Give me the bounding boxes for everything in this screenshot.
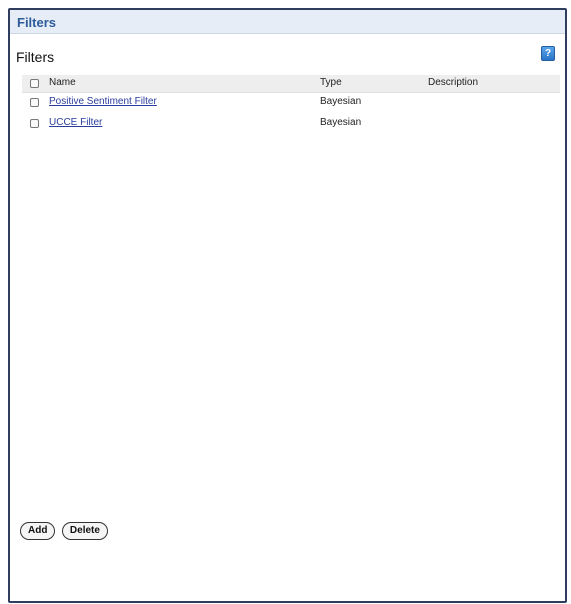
table-row: UCCE Filter Bayesian — [22, 114, 560, 135]
filter-name-link[interactable]: UCCE Filter — [49, 117, 102, 128]
section-title: Filters — [16, 49, 55, 65]
panel-title: Filters — [17, 15, 57, 30]
filters-table: Name Type Description Positive Sentiment… — [22, 75, 560, 135]
column-header-type[interactable]: Type — [320, 77, 342, 88]
row-checkbox[interactable] — [30, 98, 39, 107]
row-checkbox[interactable] — [30, 119, 39, 128]
section-header: Filters ? — [10, 34, 565, 65]
column-header-description[interactable]: Description — [428, 77, 478, 88]
column-header-name[interactable]: Name — [49, 77, 76, 88]
add-button[interactable]: Add — [20, 521, 56, 540]
filters-panel: Filters Filters ? Name Type Description … — [8, 8, 567, 603]
delete-button[interactable]: Delete — [61, 521, 108, 540]
filter-type: Bayesian — [320, 117, 362, 128]
select-all-checkbox[interactable] — [30, 79, 39, 88]
action-buttons: Add Delete — [20, 520, 110, 540]
filter-type: Bayesian — [320, 96, 362, 107]
table-header: Name Type Description — [22, 75, 560, 93]
table-row: Positive Sentiment Filter Bayesian — [22, 93, 560, 114]
filter-name-link[interactable]: Positive Sentiment Filter — [49, 96, 157, 107]
help-icon[interactable]: ? — [541, 46, 555, 61]
panel-header: Filters — [10, 10, 565, 34]
